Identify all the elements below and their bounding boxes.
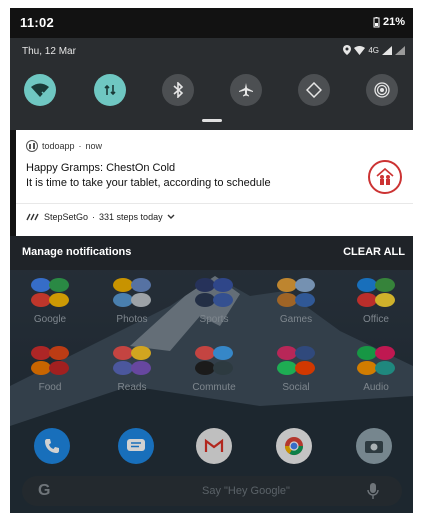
- notification-header: todoapp · now: [26, 140, 102, 152]
- notification-text: It is time to take your tablet, accordin…: [26, 177, 271, 189]
- phone-icon: [45, 439, 59, 453]
- clock: 11:02: [20, 15, 55, 30]
- gmail-icon: [204, 438, 224, 452]
- airplane-icon: [239, 83, 253, 97]
- folder-label: Games: [279, 314, 313, 325]
- chevron-down-icon[interactable]: [167, 214, 175, 220]
- notification-app-name: todoapp: [42, 141, 75, 151]
- notification-time: now: [85, 141, 103, 151]
- tile-airplane[interactable]: [230, 74, 262, 106]
- folder-social[interactable]: Social: [268, 344, 324, 393]
- wifi-signal-icon: [354, 45, 366, 55]
- wifi-icon: [31, 83, 49, 97]
- folder-label: Office: [363, 314, 389, 325]
- cell-signal-2-icon: [395, 45, 405, 55]
- google-search-bar[interactable]: G Say "Hey Google": [22, 476, 402, 506]
- folder-icons: [27, 276, 73, 308]
- google-logo-icon: G: [38, 482, 51, 499]
- gmail-app-icon[interactable]: [196, 428, 232, 464]
- quick-settings-panel: Thu, 12 Mar 4G: [10, 38, 413, 130]
- status-bar: 11:02 21%: [10, 8, 413, 38]
- phone-screen: 11:02 21% Thu, 12 Mar 4G todoapp · now H…: [10, 8, 413, 513]
- connectivity-status: 4G: [343, 45, 405, 55]
- battery-percent: 21%: [382, 16, 405, 28]
- folder-commute[interactable]: Commute: [186, 344, 242, 393]
- clear-all-button[interactable]: CLEAR ALL: [343, 246, 405, 258]
- folder-photos[interactable]: Photos: [104, 276, 160, 325]
- battery-indicator: 21%: [373, 16, 405, 28]
- folder-label: Reads: [117, 382, 147, 393]
- notification-actions-bar: Manage notifications CLEAR ALL: [10, 236, 413, 270]
- tile-wifi[interactable]: [24, 74, 56, 106]
- folder-label: Photos: [116, 314, 148, 325]
- folder-label: Audio: [363, 382, 389, 393]
- stepsetgo-notification[interactable]: StepSetGo · 331 steps today: [26, 212, 175, 222]
- phone-app-icon[interactable]: [34, 428, 70, 464]
- notification-title: Happy Gramps: ChestOn Cold: [26, 162, 176, 174]
- manage-notifications-button[interactable]: Manage notifications: [22, 246, 131, 258]
- folder-label: Commute: [192, 382, 236, 393]
- rotate-icon: [306, 82, 322, 98]
- camera-icon: [365, 441, 383, 453]
- folder-reads[interactable]: Reads: [104, 344, 160, 393]
- chrome-app-icon[interactable]: [276, 428, 312, 464]
- folder-label: Food: [38, 382, 62, 393]
- tile-auto-rotate[interactable]: [298, 74, 330, 106]
- tile-bluetooth[interactable]: [162, 74, 194, 106]
- cell-signal-icon: [382, 45, 392, 55]
- app-logo-icon: [26, 140, 38, 152]
- notification-divider: [16, 203, 413, 204]
- search-placeholder: Say "Hey Google": [202, 485, 290, 497]
- chrome-icon: [285, 437, 303, 456]
- folder-label: Social: [282, 382, 310, 393]
- folder-office[interactable]: Office: [348, 276, 404, 325]
- tile-hotspot[interactable]: [366, 74, 398, 106]
- folder-label: Sports: [199, 314, 229, 325]
- data-arrows-icon: [104, 84, 116, 96]
- folder-games[interactable]: Games: [268, 276, 324, 325]
- tile-mobile-data[interactable]: [94, 74, 126, 106]
- folder-sports[interactable]: Sports: [186, 276, 242, 325]
- notification-card[interactable]: todoapp · now Happy Gramps: ChestOn Cold…: [16, 130, 413, 236]
- stepsetgo-text: 331 steps today: [99, 212, 163, 222]
- panel-drag-handle[interactable]: [202, 119, 222, 122]
- network-type: 4G: [368, 45, 379, 55]
- bluetooth-icon: [173, 82, 184, 98]
- stepsetgo-app-name: StepSetGo: [44, 212, 89, 222]
- mic-icon[interactable]: [367, 482, 379, 500]
- hotspot-icon: [374, 82, 390, 98]
- message-icon: [127, 439, 145, 451]
- date-label: Thu, 12 Mar: [22, 46, 76, 57]
- battery-icon: [373, 16, 380, 27]
- folder-label: Google: [33, 314, 67, 325]
- steps-icon: [26, 213, 39, 221]
- folder-google[interactable]: Google: [22, 276, 78, 325]
- location-icon: [343, 45, 352, 55]
- folder-audio[interactable]: Audio: [348, 344, 404, 393]
- camera-app-icon[interactable]: [356, 428, 392, 464]
- folder-food[interactable]: Food: [22, 344, 78, 393]
- family-icon: [368, 160, 402, 194]
- messages-app-icon[interactable]: [118, 428, 154, 464]
